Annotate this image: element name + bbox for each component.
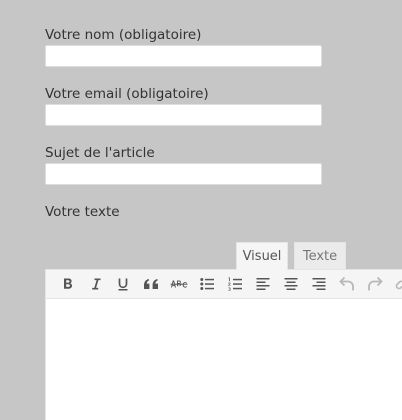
redo-button[interactable] [362, 272, 388, 296]
link-icon [395, 280, 402, 290]
name-label: Votre nom (obligatoire) [45, 27, 202, 43]
editor-content-area[interactable] [46, 302, 402, 420]
editor-toolbar [46, 270, 402, 299]
align-left-button[interactable] [250, 272, 276, 296]
link-button[interactable] [390, 272, 402, 296]
italic-icon [92, 278, 101, 290]
subject-input[interactable] [45, 163, 322, 185]
tab-text[interactable]: Texte [294, 242, 346, 269]
post-submission-form: Votre nom (obligatoire) Votre email (obl… [0, 0, 402, 420]
numbered-list-icon [228, 277, 242, 291]
text-label: Votre texte [45, 204, 120, 220]
bold-icon [64, 278, 72, 289]
redo-icon [368, 276, 383, 291]
bold-button[interactable] [55, 272, 81, 296]
align-center-icon [284, 278, 298, 290]
subject-label: Sujet de l'article [45, 145, 155, 161]
rich-text-editor [45, 269, 402, 420]
numbered-list-button[interactable] [222, 272, 248, 296]
align-right-icon [312, 278, 326, 290]
bullet-list-button[interactable] [194, 272, 220, 296]
email-input[interactable] [45, 104, 322, 126]
align-left-icon [256, 278, 270, 290]
align-center-button[interactable] [278, 272, 304, 296]
strikethrough-button[interactable] [166, 272, 192, 296]
strikethrough-icon [170, 280, 188, 288]
underline-button[interactable] [110, 272, 136, 296]
bullet-list-icon [200, 278, 214, 290]
undo-button[interactable] [334, 272, 360, 296]
name-input[interactable] [45, 45, 322, 67]
undo-icon [339, 276, 354, 291]
email-label: Votre email (obligatoire) [45, 86, 209, 102]
align-right-button[interactable] [306, 272, 332, 296]
blockquote-icon [144, 279, 158, 289]
italic-button[interactable] [83, 272, 109, 296]
blockquote-button[interactable] [138, 272, 164, 296]
tab-visual[interactable]: Visuel [236, 242, 288, 270]
underline-icon [118, 278, 128, 291]
